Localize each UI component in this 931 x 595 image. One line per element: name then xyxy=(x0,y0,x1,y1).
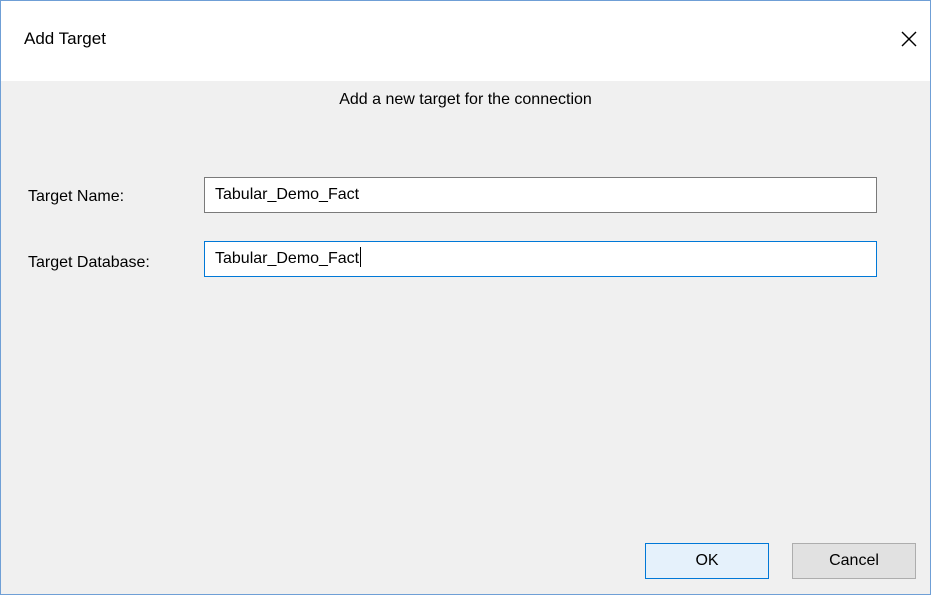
dialog-body: Add a new target for the connection Targ… xyxy=(1,81,930,594)
title-bar: Add Target xyxy=(1,1,930,81)
close-button[interactable] xyxy=(891,21,927,57)
text-caret xyxy=(360,247,362,267)
dialog-header-text: Add a new target for the connection xyxy=(339,91,592,108)
cancel-button[interactable]: Cancel xyxy=(792,543,916,579)
add-target-dialog: Add Target Add a new target for the conn… xyxy=(0,0,931,595)
target-database-field[interactable]: Tabular_Demo_Fact xyxy=(204,241,877,277)
target-name-label: Target Name: xyxy=(28,188,125,205)
dialog-title: Add Target xyxy=(24,29,106,48)
ok-button[interactable]: OK xyxy=(645,543,769,579)
target-name-field[interactable]: Tabular_Demo_Fact xyxy=(204,177,877,213)
target-database-label: Target Database: xyxy=(28,254,150,271)
target-database-value: Tabular_Demo_Fact xyxy=(215,250,360,267)
close-icon xyxy=(901,31,917,47)
target-name-value: Tabular_Demo_Fact xyxy=(215,186,360,203)
